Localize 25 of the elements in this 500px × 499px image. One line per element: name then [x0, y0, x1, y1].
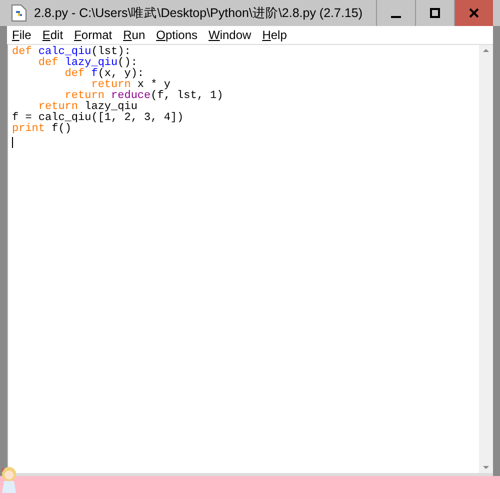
code-line: f = calc_qiu([1, 2, 3, 4]) [12, 113, 185, 124]
menu-item[interactable]: Edit [42, 28, 64, 42]
code-line: def lazy_qiu(): [37, 58, 138, 69]
code-line: def calc_qiu(lst): [12, 47, 131, 58]
menu-item[interactable]: Help [262, 28, 287, 42]
code-line: return reduce(f, lst, 1) [64, 91, 224, 102]
cartoon-figure-drawing [0, 466, 18, 494]
code-text-area[interactable]: def calc_qiu(lst): def lazy_qiu(): def f(x, y): return x * y return reduce(f, lst, 1) return lazy_qiu f = calc_qiu([1, 2, 3, 4]) print f() [8, 45, 479, 473]
menu-item[interactable]: Window [208, 28, 252, 42]
menu-item[interactable]: Run [123, 28, 146, 42]
close-icon [469, 8, 479, 18]
menu-item[interactable]: Format [74, 28, 112, 42]
vertical-scrollbar[interactable] [479, 45, 493, 473]
code-line: def f(x, y): [64, 69, 146, 80]
text-cursor [12, 137, 13, 148]
minimize-icon [391, 16, 401, 18]
code-line: return lazy_qiu [37, 102, 138, 113]
close-button[interactable] [454, 0, 493, 26]
maximize-icon [430, 8, 440, 18]
window-title: 2.8.py - C:\Users\唯武\Desktop\Python\进阶\2.8.py (2.7.15) [34, 4, 364, 22]
menu-item[interactable]: File [12, 28, 32, 42]
code-line: print f() [12, 124, 72, 135]
python-file-icon [11, 4, 27, 22]
code-line: return x * y [91, 80, 172, 91]
menu-item[interactable]: Options [156, 28, 198, 42]
